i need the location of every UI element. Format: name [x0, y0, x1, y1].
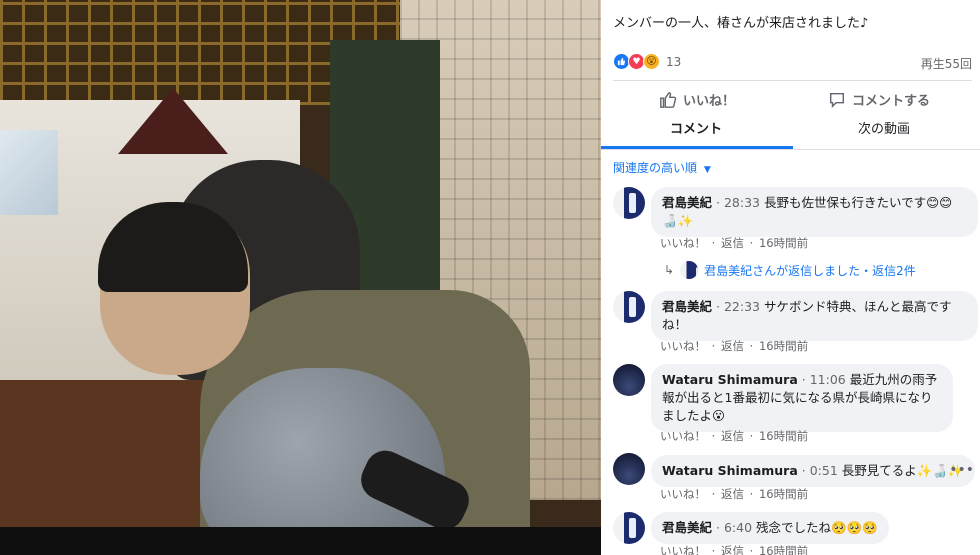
side-panel: メンバーの一人、椿さんが来店されました♪ ♥ 😮 13 再生55回 いいね！ コ…: [601, 0, 980, 555]
comment-reply-link[interactable]: 返信: [721, 236, 744, 250]
separator: ·: [749, 429, 754, 443]
comment-text: 長野見てるよ✨🍶✨: [841, 463, 964, 478]
live-video[interactable]: [0, 0, 601, 555]
separator: ·: [711, 236, 716, 250]
reaction-summary[interactable]: ♥ 😮 13: [613, 53, 681, 70]
comment-button-label: コメントする: [852, 94, 931, 109]
view-replies-link[interactable]: ↳ 君島美紀さんが返信しました・返信2件: [664, 261, 916, 279]
comment-author[interactable]: Wataru Shimamura: [662, 463, 798, 478]
comment-bubble: 君島美紀 · 28:33 長野も佐世保も行きたいです😊😊🍶✨: [651, 187, 978, 237]
avatar[interactable]: [613, 291, 645, 323]
comment-meta: いいね！ · 返信 · 16時間前: [660, 428, 810, 444]
comment-age[interactable]: 16時間前: [759, 236, 808, 250]
post-caption: メンバーの一人、椿さんが来店されました♪: [613, 16, 869, 31]
comment-timestamp[interactable]: 28:33: [724, 195, 760, 210]
comment-author[interactable]: 君島美紀: [662, 520, 712, 535]
avatar: [680, 261, 699, 279]
separator: ·: [711, 429, 716, 443]
comment-age[interactable]: 16時間前: [759, 544, 808, 555]
comment-meta: いいね！ · 返信 · 16時間前: [660, 235, 810, 251]
more-options-icon[interactable]: •••: [949, 462, 974, 478]
separator: ·: [711, 487, 716, 501]
comment-button[interactable]: コメントする: [828, 90, 930, 109]
comment-meta: いいね！ · 返信 · 16時間前: [660, 486, 810, 502]
comment-bubble: Wataru Shimamura · 11:06 最近九州の雨予報が出ると1番最…: [651, 364, 953, 432]
thumbs-up-icon: [660, 91, 677, 108]
comment-age[interactable]: 16時間前: [759, 487, 808, 501]
separator: ·: [749, 544, 754, 555]
separator: ·: [801, 372, 806, 387]
reply-arrow-icon: ↳: [664, 263, 675, 277]
comment-bubble: 君島美紀 · 22:33 サケボンド特典、ほんと最高ですね！: [651, 291, 978, 341]
comment-bubble: 君島美紀 · 6:40 残念でしたね🥺🥺🥺: [651, 512, 889, 544]
separator: ·: [711, 339, 716, 353]
comment-reply-link[interactable]: 返信: [721, 544, 744, 555]
view-count: 再生55回: [920, 57, 972, 71]
comment-timestamp[interactable]: 0:51: [810, 463, 838, 478]
comment-like-link[interactable]: いいね！: [660, 339, 706, 353]
video-screen: [0, 130, 58, 215]
separator: ·: [749, 236, 754, 250]
comment-like-link[interactable]: いいね！: [660, 429, 706, 443]
separator: ·: [749, 339, 754, 353]
separator: ·: [716, 299, 720, 314]
comment-reply-link[interactable]: 返信: [721, 487, 744, 501]
reply-summary: 君島美紀さんが返信しました・返信2件: [704, 263, 916, 278]
video-bottom-bar: [0, 527, 601, 555]
comment-meta: いいね！ · 返信 · 16時間前: [660, 338, 810, 354]
comment-age[interactable]: 16時間前: [759, 339, 808, 353]
comment-reply-link[interactable]: 返信: [721, 339, 744, 353]
avatar[interactable]: [613, 453, 645, 485]
avatar[interactable]: [613, 512, 645, 544]
comment-timestamp[interactable]: 22:33: [724, 299, 760, 314]
sort-label: 関連度の高い順: [613, 161, 698, 175]
like-button-label: いいね！: [683, 94, 736, 109]
reaction-count: 13: [666, 54, 682, 69]
chevron-down-icon: ▼: [703, 165, 711, 175]
comment-timestamp[interactable]: 6:40: [724, 520, 752, 535]
wow-reaction-icon: 😮: [643, 53, 660, 70]
comment-author[interactable]: Wataru Shimamura: [662, 372, 798, 387]
comment-meta: いいね！ · 返信 · 16時間前: [660, 543, 810, 555]
comment-reply-link[interactable]: 返信: [721, 429, 744, 443]
comment-text: 残念でしたね🥺🥺🥺: [756, 520, 878, 535]
separator: ·: [716, 520, 720, 535]
divider: [601, 149, 980, 150]
separator: ·: [711, 544, 716, 555]
comment-bubble: Wataru Shimamura · 0:51 長野見てるよ✨🍶✨: [651, 455, 975, 487]
tab-comments[interactable]: コメント: [601, 118, 791, 137]
sort-dropdown[interactable]: 関連度の高い順 ▼: [613, 159, 711, 176]
comment-author[interactable]: 君島美紀: [662, 195, 712, 210]
divider: [613, 80, 972, 81]
comment-timestamp[interactable]: 11:06: [810, 372, 846, 387]
avatar[interactable]: [613, 187, 645, 219]
comment-like-link[interactable]: いいね！: [660, 487, 706, 501]
comment-author[interactable]: 君島美紀: [662, 299, 712, 314]
tab-next-video[interactable]: 次の動画: [789, 118, 979, 137]
separator: ·: [749, 487, 754, 501]
comment-age[interactable]: 16時間前: [759, 429, 808, 443]
comment-like-link[interactable]: いいね！: [660, 236, 706, 250]
avatar[interactable]: [613, 364, 645, 396]
separator: ·: [801, 463, 806, 478]
like-button[interactable]: いいね！: [659, 90, 735, 109]
comment-like-link[interactable]: いいね！: [660, 544, 706, 555]
separator: ·: [716, 195, 720, 210]
comment-icon: [829, 92, 845, 108]
